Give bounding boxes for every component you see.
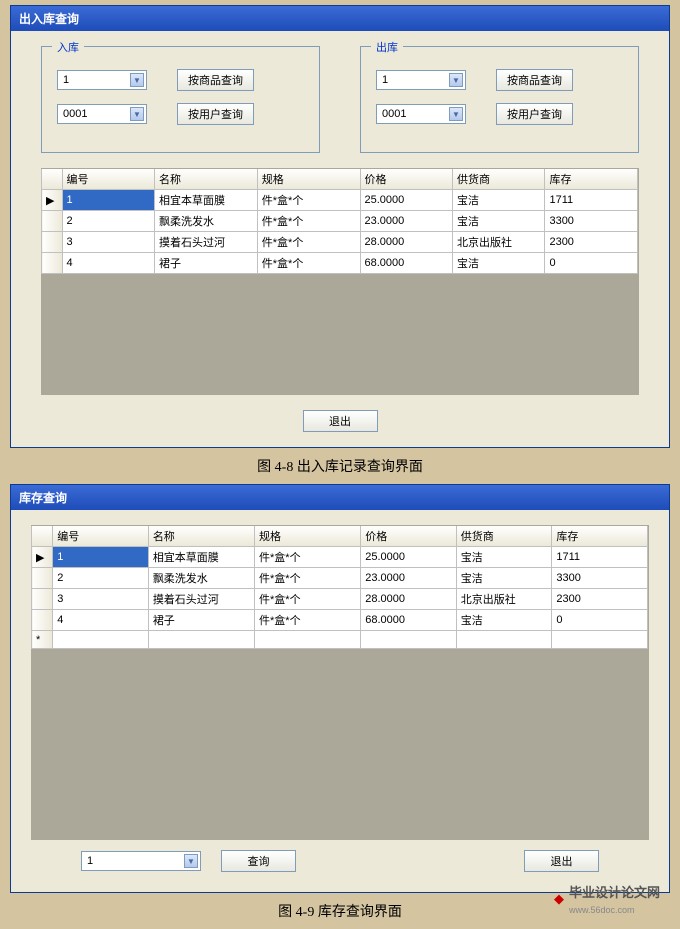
col-supplier[interactable]: 供货商 <box>456 526 552 547</box>
stock-grid[interactable]: 编号 名称 规格 价格 供货商 库存 ▶1相宜本草面膜件*盒*个25.0000宝… <box>31 526 648 649</box>
col-name[interactable]: 名称 <box>155 169 258 190</box>
out-product-query-button[interactable]: 按商品查询 <box>496 69 573 91</box>
table-row[interactable]: 2飘柔洗发水件*盒*个23.0000宝洁3300 <box>42 211 638 232</box>
table-row[interactable]: ▶1相宜本草面膜件*盒*个25.0000宝洁1711 <box>42 190 638 211</box>
chevron-down-icon: ▼ <box>130 107 144 121</box>
window-title: 库存查询 <box>11 485 669 510</box>
in-panel: 入库 1▼ 按商品查询 0001▼ 按用户查询 <box>41 46 320 153</box>
figure-caption-1: 图 4-8 出入库记录查询界面 <box>0 456 680 476</box>
table-row-new[interactable]: * <box>32 631 648 649</box>
col-stock[interactable]: 库存 <box>545 169 638 190</box>
in-product-query-button[interactable]: 按商品查询 <box>177 69 254 91</box>
window-title: 出入库查询 <box>11 6 669 31</box>
table-row[interactable]: ▶1相宜本草面膜件*盒*个25.0000宝洁1711 <box>32 547 648 568</box>
out-user-query-button[interactable]: 按用户查询 <box>496 103 573 125</box>
col-spec[interactable]: 规格 <box>257 169 360 190</box>
col-stock[interactable]: 库存 <box>552 526 648 547</box>
stock-combo[interactable]: 1▼ <box>81 851 201 871</box>
out-panel-label: 出库 <box>371 39 403 55</box>
out-panel: 出库 1▼ 按商品查询 0001▼ 按用户查询 <box>360 46 639 153</box>
out-product-combo[interactable]: 1▼ <box>376 70 466 90</box>
inout-grid[interactable]: 编号 名称 规格 价格 供货商 库存 ▶1相宜本草面膜件*盒*个25.0000宝… <box>41 169 638 274</box>
site-logo: ◆ 毕业设计论文网www.56doc.com <box>554 882 660 916</box>
col-id[interactable]: 编号 <box>53 526 149 547</box>
col-spec[interactable]: 规格 <box>255 526 361 547</box>
exit-button[interactable]: 退出 <box>303 410 378 432</box>
table-row[interactable]: 2飘柔洗发水件*盒*个23.0000宝洁3300 <box>32 568 648 589</box>
in-panel-label: 入库 <box>52 39 84 55</box>
table-row[interactable]: 4裙子件*盒*个68.0000宝洁0 <box>42 253 638 274</box>
table-row[interactable]: 3摸着石头过河件*盒*个28.0000北京出版社2300 <box>42 232 638 253</box>
out-user-combo[interactable]: 0001▼ <box>376 104 466 124</box>
chevron-down-icon: ▼ <box>184 854 198 868</box>
query-button[interactable]: 查询 <box>221 850 296 872</box>
in-user-query-button[interactable]: 按用户查询 <box>177 103 254 125</box>
chevron-down-icon: ▼ <box>449 73 463 87</box>
col-supplier[interactable]: 供货商 <box>452 169 544 190</box>
stock-query-window: 库存查询 编号 名称 规格 价格 供货商 库存 ▶1相宜本草面膜件*盒*个25.… <box>10 484 670 893</box>
chevron-down-icon: ▼ <box>449 107 463 121</box>
in-product-combo[interactable]: 1▼ <box>57 70 147 90</box>
chevron-down-icon: ▼ <box>130 73 144 87</box>
logo-icon: ◆ <box>554 891 564 907</box>
inout-query-window: 出入库查询 入库 1▼ 按商品查询 0001▼ 按用户查询 出库 1▼ 按商品查… <box>10 5 670 448</box>
table-row[interactable]: 4裙子件*盒*个68.0000宝洁0 <box>32 610 648 631</box>
col-price[interactable]: 价格 <box>361 526 457 547</box>
col-name[interactable]: 名称 <box>148 526 254 547</box>
exit-button[interactable]: 退出 <box>524 850 599 872</box>
table-row[interactable]: 3摸着石头过河件*盒*个28.0000北京出版社2300 <box>32 589 648 610</box>
col-id[interactable]: 编号 <box>62 169 154 190</box>
col-price[interactable]: 价格 <box>360 169 452 190</box>
in-user-combo[interactable]: 0001▼ <box>57 104 147 124</box>
